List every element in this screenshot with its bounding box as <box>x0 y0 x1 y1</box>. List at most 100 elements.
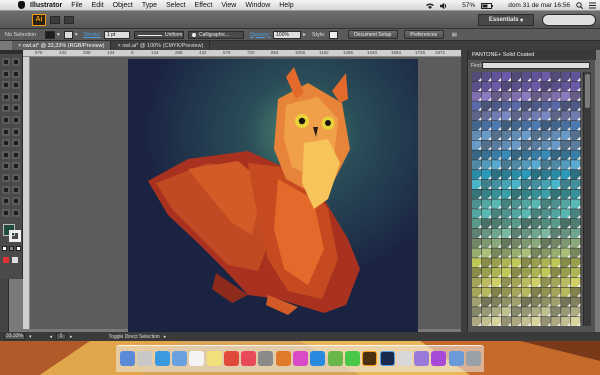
graph-tool[interactable] <box>12 185 20 194</box>
notification-center-icon[interactable] <box>589 2 596 9</box>
magic-wand-tool[interactable] <box>2 69 10 78</box>
stroke-color-box[interactable] <box>9 230 21 242</box>
collapsed-panel-strip[interactable] <box>0 279 9 332</box>
tab-owl-cmyk[interactable]: × owl.ai* @ 100% (CMYK/Preview) <box>111 41 211 50</box>
sound-dock-icon[interactable] <box>258 351 274 366</box>
panel-title-bar[interactable]: PANTONE+ Solid Coated <box>468 50 596 60</box>
swatch-grid-graphic[interactable] <box>472 72 581 326</box>
menu-view[interactable]: View <box>221 2 236 9</box>
menu-window[interactable]: Window <box>245 2 270 9</box>
paintbrush-tool[interactable] <box>2 104 10 113</box>
eyedropper-tool[interactable] <box>2 174 10 182</box>
messages-dock-icon[interactable] <box>344 351 360 366</box>
bridge-button[interactable] <box>50 15 60 24</box>
artboard-number[interactable]: 1 <box>56 333 67 340</box>
artboard[interactable] <box>128 59 418 333</box>
chrome-dock-icon[interactable] <box>223 351 239 366</box>
workspace-switcher[interactable]: Essentials ▾ <box>478 14 534 26</box>
fill-swatch[interactable] <box>45 30 55 39</box>
photos-dock-icon[interactable] <box>414 351 430 366</box>
stroke-dropdown-icon[interactable]: ▾ <box>75 32 78 38</box>
stroke-panel-link[interactable]: Stroke: <box>84 32 101 38</box>
opacity-field[interactable]: 100% <box>273 30 302 39</box>
variable-width-profile[interactable]: Uniform <box>133 30 184 39</box>
zoom-tool[interactable] <box>12 208 20 217</box>
horizontal-ruler[interactable]: 576 432 288 144 0 144 288 432 576 720 86… <box>23 50 461 57</box>
stroke-weight-field[interactable]: 1 pt <box>103 30 130 39</box>
vertical-ruler[interactable] <box>23 57 30 329</box>
pocket-dock-icon[interactable] <box>241 351 257 366</box>
menu-object[interactable]: Object <box>113 2 133 9</box>
brush-definition[interactable]: Calligraphic... <box>187 30 244 39</box>
illustrator-dock-icon[interactable] <box>362 351 378 366</box>
menu-app-name[interactable]: Illustrator <box>30 2 62 9</box>
arrange-icon[interactable]: ▤ <box>452 32 457 38</box>
color-mode-button[interactable] <box>2 246 7 251</box>
eraser-tool[interactable] <box>12 116 20 124</box>
symbol-sprayer-tool[interactable] <box>2 185 10 194</box>
find-input[interactable] <box>482 62 590 69</box>
next-artboard-icon[interactable]: ▸ <box>70 334 73 340</box>
screen-mode-button[interactable] <box>12 257 18 263</box>
hand-tool[interactable] <box>2 208 10 217</box>
skype-dock-icon[interactable] <box>310 351 326 366</box>
opacity-dropdown-icon[interactable]: ▸ <box>303 32 306 38</box>
graphic-style-swatch[interactable] <box>328 30 338 39</box>
perspective-tool[interactable] <box>12 150 20 159</box>
blob-brush-tool[interactable] <box>2 116 10 124</box>
blend-tool[interactable] <box>12 174 20 182</box>
status-menu-icon[interactable]: ▸ <box>164 334 167 340</box>
prev-artboard-icon[interactable]: ◂ <box>50 334 53 340</box>
lasso-tool[interactable] <box>12 69 20 78</box>
width-tool[interactable] <box>2 139 10 148</box>
fill-dropdown-icon[interactable]: ▾ <box>57 32 60 38</box>
swatch-grid[interactable] <box>472 72 581 326</box>
type-tool[interactable] <box>12 81 20 90</box>
rotate-tool[interactable] <box>2 127 10 136</box>
menu-file[interactable]: File <box>71 2 82 9</box>
calendar-dock-icon[interactable] <box>189 351 205 366</box>
artboard-tool[interactable] <box>2 197 10 206</box>
none-mode-button[interactable] <box>16 246 21 251</box>
photoshop-dock-icon[interactable] <box>379 351 395 366</box>
finder-2-dock-icon[interactable] <box>448 351 464 366</box>
tools-panel-header[interactable] <box>0 50 23 54</box>
battery-percent[interactable]: 57% <box>462 2 475 9</box>
draw-mode-button[interactable] <box>3 257 9 263</box>
itunes-2-dock-icon[interactable] <box>431 351 447 366</box>
mesh-tool[interactable] <box>2 162 10 171</box>
selection-tool[interactable] <box>2 58 10 66</box>
itunes-dock-icon[interactable] <box>293 351 308 366</box>
gradient-mode-button[interactable] <box>9 246 14 251</box>
pen-tool[interactable] <box>2 81 10 90</box>
zoom-field[interactable]: 33,33% <box>4 333 25 340</box>
textedit-dock-icon[interactable] <box>396 351 412 366</box>
menu-effect[interactable]: Effect <box>195 2 213 9</box>
scrollbar-thumb[interactable] <box>585 74 590 108</box>
menu-help[interactable]: Help <box>279 2 293 9</box>
menu-clock[interactable]: dom 31 de mar 16:56 <box>508 2 570 9</box>
stroke-swatch[interactable] <box>63 30 73 39</box>
mail-dock-icon[interactable] <box>171 351 187 366</box>
slice-tool[interactable] <box>12 197 20 206</box>
tab-owl-rgb[interactable]: × owl.ai* @ 33,33% (RGB/Preview) <box>12 41 112 50</box>
direct-selection-tool[interactable] <box>12 58 20 66</box>
owl-illustration[interactable] <box>128 59 418 333</box>
shape-builder-tool[interactable] <box>2 150 10 159</box>
evernote-dock-icon[interactable] <box>327 351 343 366</box>
swatch-scrollbar[interactable] <box>583 72 591 326</box>
volume-icon[interactable] <box>440 2 447 9</box>
notes-dock-icon[interactable] <box>206 351 222 366</box>
line-tool[interactable] <box>2 92 10 101</box>
preferences-button[interactable]: Preferences <box>403 30 444 39</box>
help-search-input[interactable] <box>542 14 596 26</box>
document-setup-button[interactable]: Document Setup <box>347 30 398 39</box>
zoom-dropdown-icon[interactable]: ▾ <box>29 334 32 340</box>
opacity-panel-link[interactable]: Opacity: <box>250 32 270 38</box>
finder-dock-icon[interactable] <box>120 351 135 366</box>
apple-icon[interactable] <box>18 1 25 9</box>
arrange-documents-button[interactable] <box>64 15 74 24</box>
menu-select[interactable]: Select <box>166 2 185 9</box>
gradient-tool[interactable] <box>12 162 20 171</box>
rectangle-tool[interactable] <box>12 92 20 101</box>
